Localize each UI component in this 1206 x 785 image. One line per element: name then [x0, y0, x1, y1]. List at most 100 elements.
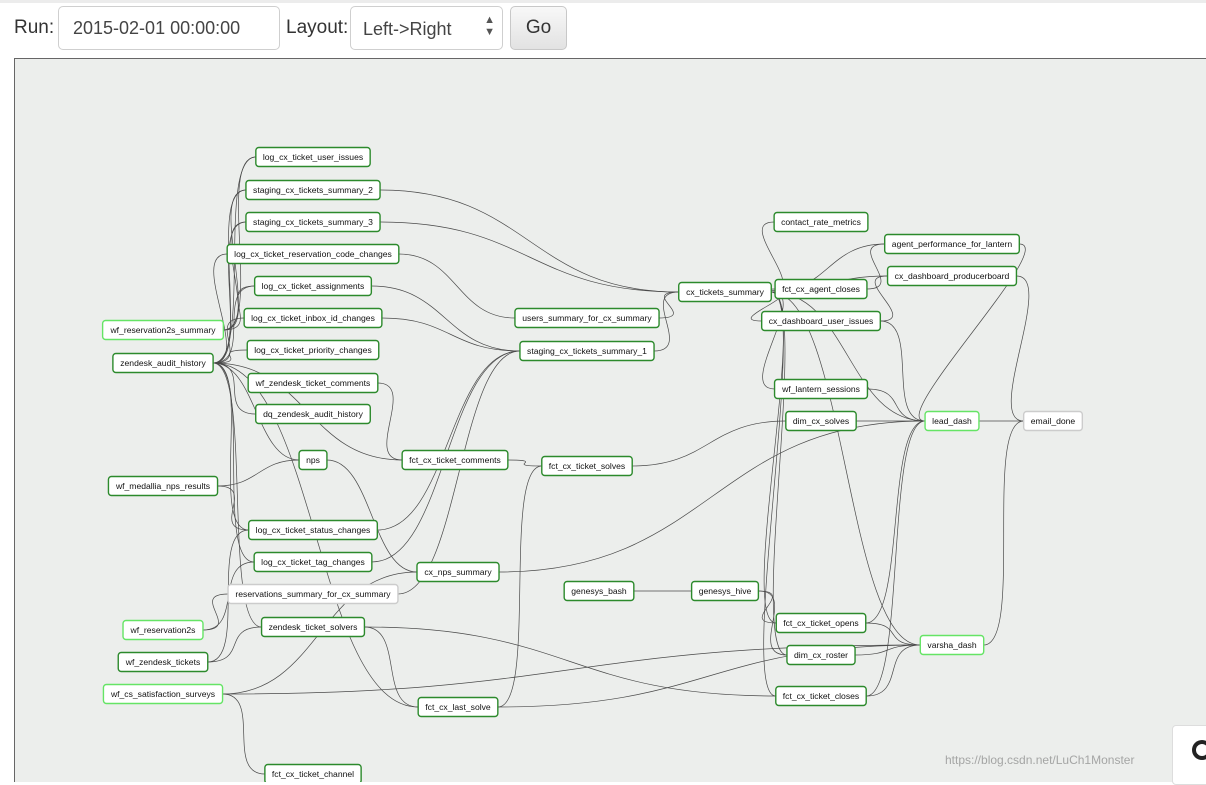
nodes-layer: log_cx_ticket_user_issues staging_cx_tick… — [101, 146, 1084, 783]
toolbar: Run: Layout: Left->Right ▲▼ Go — [0, 0, 1206, 56]
task-node-fct-cx-ticket-solves[interactable]: fct_cx_ticket_solves — [541, 455, 633, 477]
task-node-label: fct_cx_ticket_comments — [409, 455, 501, 465]
task-node-label: wf_lantern_sessions — [781, 384, 860, 394]
task-node-wf-lantern-sessions[interactable]: wf_lantern_sessions — [773, 378, 869, 400]
layout-label: Layout: — [286, 17, 349, 38]
task-node-wf-zendesk-ticket-comments[interactable]: wf_zendesk_ticket_comments — [247, 372, 379, 394]
task-node-label: wf_zendesk_tickets — [125, 657, 201, 667]
dependency-edge — [983, 420, 1024, 646]
task-node-label: log_cx_ticket_reservation_code_changes — [234, 249, 392, 259]
task-node-label: reservations_summary_for_cx_summary — [235, 589, 391, 599]
go-button[interactable]: Go — [510, 6, 567, 50]
dag-graph-panel[interactable]: log_cx_ticket_user_issues staging_cx_tick… — [14, 58, 1206, 782]
dependency-edge — [771, 291, 921, 646]
dependency-edge — [213, 253, 228, 364]
task-node-label: log_cx_ticket_status_changes — [256, 525, 371, 535]
task-node-label: zendesk_ticket_solvers — [269, 622, 358, 632]
task-node-wf-reservation2s-summary[interactable]: wf_reservation2s_summary — [101, 319, 225, 341]
task-node-label: staging_cx_tickets_summary_3 — [253, 217, 373, 227]
task-node-log-cx-ticket-inbox-id-changes[interactable]: log_cx_ticket_inbox_id_changes — [243, 307, 383, 329]
task-node-cx-nps-summary[interactable]: cx_nps_summary — [416, 561, 500, 583]
task-node-label: lead_dash — [932, 416, 972, 426]
task-node-email-done[interactable]: email_done — [1022, 410, 1084, 432]
task-node-label: fct_cx_ticket_channel — [272, 769, 354, 779]
task-node-cx-dashboard-producerboard[interactable]: cx_dashboard_producerboard — [886, 265, 1018, 287]
task-node-staging-cx-tickets-summary-3[interactable]: staging_cx_tickets_summary_3 — [245, 211, 381, 233]
task-node-cx-dashboard-user-issues[interactable]: cx_dashboard_user_issues — [760, 310, 882, 332]
dependency-edge — [398, 253, 515, 319]
dependency-edge — [867, 388, 926, 422]
task-node-label: email_done — [1031, 416, 1076, 426]
task-node-label: staging_cx_tickets_summary_1 — [527, 346, 647, 356]
task-node-wf-reservation2s[interactable]: wf_reservation2s — [122, 619, 204, 641]
task-node-staging-cx-tickets-summary-1[interactable]: staging_cx_tickets_summary_1 — [519, 340, 655, 362]
task-node-log-cx-ticket-user-issues[interactable]: log_cx_ticket_user_issues — [255, 146, 371, 168]
task-node-cx-tickets-summary[interactable]: cx_tickets_summary — [678, 281, 772, 303]
task-node-label: dim_cx_solves — [793, 416, 849, 426]
task-node-fct-cx-last-solve[interactable]: fct_cx_last_solve — [417, 696, 499, 718]
task-node-users-summary-for-cx-summary[interactable]: users_summary_for_cx_summary — [514, 307, 660, 329]
task-node-label: dim_cx_roster — [794, 650, 848, 660]
run-date-input[interactable] — [58, 6, 280, 50]
task-node-lead-dash[interactable]: lead_dash — [924, 410, 980, 432]
task-node-fct-cx-ticket-channel[interactable]: fct_cx_ticket_channel — [264, 763, 362, 783]
task-node-genesys-hive[interactable]: genesys_hive — [690, 580, 760, 602]
watermark: https://blog.csdn.net/LuCh1Monster — [945, 753, 1135, 767]
task-node-fct-cx-ticket-closes[interactable]: fct_cx_ticket_closes — [775, 685, 867, 707]
task-node-varsha-dash[interactable]: varsha_dash — [919, 634, 985, 656]
dag-graph[interactable]: log_cx_ticket_user_issues staging_cx_tick… — [15, 59, 1206, 782]
task-node-fct-cx-ticket-comments[interactable]: fct_cx_ticket_comments — [401, 449, 509, 471]
dependency-edge — [1010, 275, 1030, 422]
task-node-label: genesys_bash — [571, 586, 627, 596]
task-node-zendesk-ticket-solvers[interactable]: zendesk_ticket_solvers — [260, 616, 366, 638]
task-node-label: log_cx_ticket_priority_changes — [254, 345, 372, 355]
layout-select[interactable]: Left->Right ▲ ▼ — [350, 6, 503, 50]
task-node-log-cx-ticket-status-changes[interactable]: log_cx_ticket_status_changes — [247, 519, 379, 541]
task-node-label: contact_rate_metrics — [781, 217, 861, 227]
dependency-edge — [507, 459, 542, 467]
task-node-nps[interactable]: nps — [298, 449, 328, 471]
task-node-label: wf_medallia_nps_results — [115, 481, 210, 491]
task-node-agent-performance-for-lantern[interactable]: agent_performance_for_lantern — [883, 233, 1021, 255]
task-node-log-cx-ticket-priority-changes[interactable]: log_cx_ticket_priority_changes — [246, 339, 380, 361]
dependency-edge — [222, 693, 265, 775]
dependency-edge — [632, 420, 786, 467]
task-node-label: cx_tickets_summary — [686, 287, 765, 297]
task-node-reservations-summary-for-cx-summary[interactable]: reservations_summary_for_cx_summary — [227, 583, 399, 605]
task-node-staging-cx-tickets-summary-2[interactable]: staging_cx_tickets_summary_2 — [245, 179, 381, 201]
task-node-log-cx-ticket-tag-changes[interactable]: log_cx_ticket_tag_changes — [253, 551, 373, 573]
task-node-label: fct_cx_ticket_opens — [783, 618, 858, 628]
layout-select-value: Left->Right — [363, 19, 452, 39]
refresh-icon[interactable] — [1192, 740, 1206, 760]
dependency-edge — [866, 644, 921, 697]
task-node-label: users_summary_for_cx_summary — [522, 313, 652, 323]
task-node-log-cx-ticket-reservation-code-changes[interactable]: log_cx_ticket_reservation_code_changes — [226, 243, 400, 265]
task-node-wf-cs-satisfaction-surveys[interactable]: wf_cs_satisfaction_surveys — [102, 683, 224, 705]
dependency-edge — [380, 221, 679, 293]
task-node-dq-zendesk-audit-history[interactable]: dq_zendesk_audit_history — [255, 403, 371, 425]
task-node-zendesk-audit-history[interactable]: zendesk_audit_history — [112, 352, 214, 374]
dependency-edge — [397, 350, 520, 595]
task-node-fct-cx-ticket-opens[interactable]: fct_cx_ticket_opens — [775, 612, 867, 634]
dependency-edge — [217, 459, 300, 487]
task-node-label: log_cx_ticket_user_issues — [263, 152, 363, 162]
select-arrows-icon: ▲ ▼ — [484, 14, 495, 38]
dependency-edge — [213, 362, 249, 531]
task-node-fct-cx-agent-closes[interactable]: fct_cx_agent_closes — [774, 278, 868, 300]
dependency-edge — [377, 350, 520, 531]
task-node-dim-cx-roster[interactable]: dim_cx_roster — [786, 644, 856, 666]
task-node-dim-cx-solves[interactable]: dim_cx_solves — [785, 410, 857, 432]
task-node-label: fct_cx_last_solve — [425, 702, 491, 712]
task-node-label: wf_reservation2s_summary — [109, 325, 216, 335]
task-node-log-cx-ticket-assignments[interactable]: log_cx_ticket_assignments — [253, 275, 373, 297]
dependency-edge — [866, 420, 926, 697]
task-node-label: log_cx_ticket_assignments — [262, 281, 365, 291]
task-node-wf-medallia-nps-results[interactable]: wf_medallia_nps_results — [107, 475, 219, 497]
dependency-edge — [380, 189, 679, 293]
task-node-label: log_cx_ticket_inbox_id_changes — [251, 313, 375, 323]
task-node-wf-zendesk-tickets[interactable]: wf_zendesk_tickets — [117, 651, 209, 673]
dependency-edge — [659, 291, 679, 319]
task-node-genesys-bash[interactable]: genesys_bash — [563, 580, 635, 602]
task-node-contact-rate-metrics[interactable]: contact_rate_metrics — [773, 211, 869, 233]
task-node-label: fct_cx_ticket_solves — [549, 461, 625, 471]
